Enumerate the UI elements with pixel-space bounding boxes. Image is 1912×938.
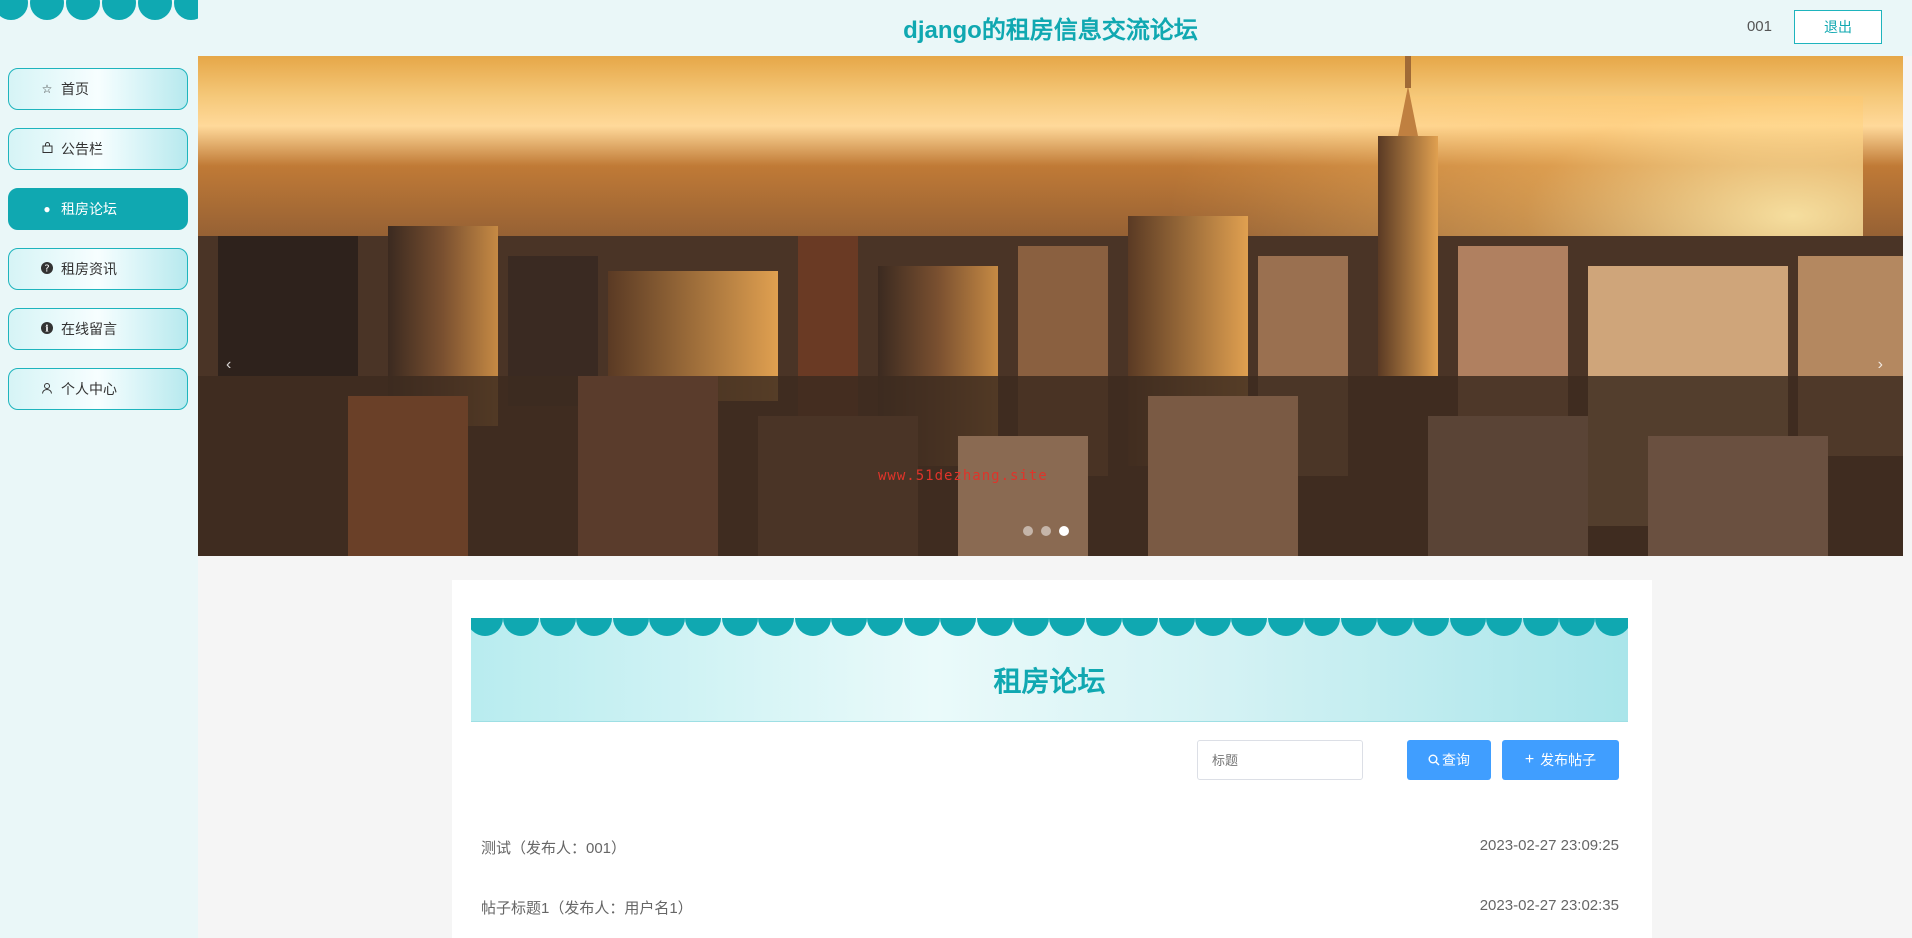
scallop [940, 618, 977, 636]
scallop [1267, 618, 1304, 636]
bag-icon [39, 142, 55, 156]
sidebar-item-home[interactable]: ☆ 首页 [8, 68, 188, 110]
scallop [831, 618, 867, 636]
scallop [867, 618, 904, 636]
new-post-button[interactable]: + 发布帖子 [1502, 740, 1619, 780]
carousel-dot[interactable] [1023, 526, 1033, 536]
scallop [1085, 618, 1122, 636]
scallop [685, 618, 722, 636]
logout-button[interactable]: 退出 [1794, 10, 1882, 44]
question-icon: ? [39, 261, 55, 277]
sidebar-item-label: 公告栏 [61, 141, 103, 157]
sidebar-item-label: 在线留言 [61, 321, 117, 337]
scallop [1013, 618, 1049, 636]
top-header: django的租房信息交流论坛 001 退出 [198, 0, 1912, 56]
plus-icon: + [1524, 751, 1535, 768]
scallop [539, 618, 576, 636]
forum-title: 租房论坛 [993, 666, 1106, 697]
scallop [976, 618, 1013, 636]
post-time: 2023-02-27 23:02:35 [1479, 897, 1619, 914]
scallop [1377, 618, 1413, 636]
info-icon: i [39, 321, 55, 337]
site-title: django的租房信息交流论坛 [903, 17, 1198, 44]
sidebar-item-notice[interactable]: 公告栏 [8, 128, 188, 170]
scallop-decoration [0, 0, 198, 24]
scallop [1304, 618, 1341, 636]
sidebar: ☆ 首页 公告栏 ● 租房论坛 ? 租房资讯 i 在线留言 个人中心 [0, 0, 198, 938]
post-title[interactable]: 帖子标题1（发布人：用户名1） [481, 897, 693, 918]
scallop [471, 618, 503, 636]
post-row[interactable]: 帖子标题1（发布人：用户名1） 2023-02-27 23:02:35 [481, 897, 1619, 918]
scallop [1559, 618, 1595, 636]
carousel-indicators [1023, 526, 1069, 536]
post-row[interactable]: 测试（发布人：001） 2023-02-27 23:09:25 [481, 837, 1619, 858]
sidebar-item-message[interactable]: i 在线留言 [8, 308, 188, 350]
forum-panel: 租房论坛 查询 + 发布帖子 测试（发布人：001） 2023-02-27 23… [452, 580, 1652, 938]
sidebar-item-label: 个人中心 [61, 381, 117, 397]
star-icon: ☆ [41, 82, 53, 96]
user-name: 001 [1746, 18, 1772, 35]
search-button[interactable]: 查询 [1407, 740, 1491, 780]
banner-prev-arrow[interactable]: ‹ [226, 356, 231, 374]
scallop [1413, 618, 1450, 636]
watermark-text: www.51dezhang.site [878, 468, 1048, 484]
sidebar-item-label: 租房资讯 [61, 261, 117, 277]
user-icon [39, 382, 55, 397]
sidebar-item-label: 首页 [61, 81, 89, 97]
scallop [649, 618, 685, 636]
scallop [576, 618, 613, 636]
scallop [1449, 618, 1486, 636]
post-time: 2023-02-27 23:09:25 [1479, 837, 1619, 854]
carousel-dot-active[interactable] [1059, 526, 1069, 536]
svg-text:?: ? [44, 263, 49, 274]
carousel-dot[interactable] [1041, 526, 1051, 536]
scallop [794, 618, 831, 636]
scallop [721, 618, 758, 636]
scallop [903, 618, 940, 636]
scallop [503, 618, 540, 636]
forum-title-banner: 租房论坛 [471, 618, 1628, 722]
scallop [1340, 618, 1377, 636]
scallop [758, 618, 795, 636]
search-icon [1428, 754, 1440, 766]
search-button-label: 查询 [1442, 752, 1470, 768]
sidebar-item-news[interactable]: ? 租房资讯 [8, 248, 188, 290]
scallop [1049, 618, 1086, 636]
svg-text:i: i [45, 324, 49, 334]
post-title[interactable]: 测试（发布人：001） [481, 837, 626, 858]
circle-icon: ● [43, 202, 51, 216]
scallop [1122, 618, 1159, 636]
scallop [612, 618, 649, 636]
scallop [1158, 618, 1195, 636]
sidebar-nav: ☆ 首页 公告栏 ● 租房论坛 ? 租房资讯 i 在线留言 个人中心 [8, 68, 188, 428]
banner-carousel: ‹ › www.51dezhang.site [198, 56, 1903, 556]
banner-next-arrow[interactable]: › [1878, 356, 1883, 374]
scallop [1486, 618, 1523, 636]
scallop [1231, 618, 1268, 636]
sidebar-item-forum[interactable]: ● 租房论坛 [8, 188, 188, 230]
scallop [1522, 618, 1559, 636]
scallop [1595, 618, 1628, 636]
new-post-button-label: 发布帖子 [1540, 752, 1597, 768]
sidebar-item-label: 租房论坛 [61, 201, 117, 217]
city-skyline-image [198, 56, 1903, 556]
scallop [1195, 618, 1231, 636]
sidebar-item-profile[interactable]: 个人中心 [8, 368, 188, 410]
search-input[interactable] [1197, 740, 1363, 780]
